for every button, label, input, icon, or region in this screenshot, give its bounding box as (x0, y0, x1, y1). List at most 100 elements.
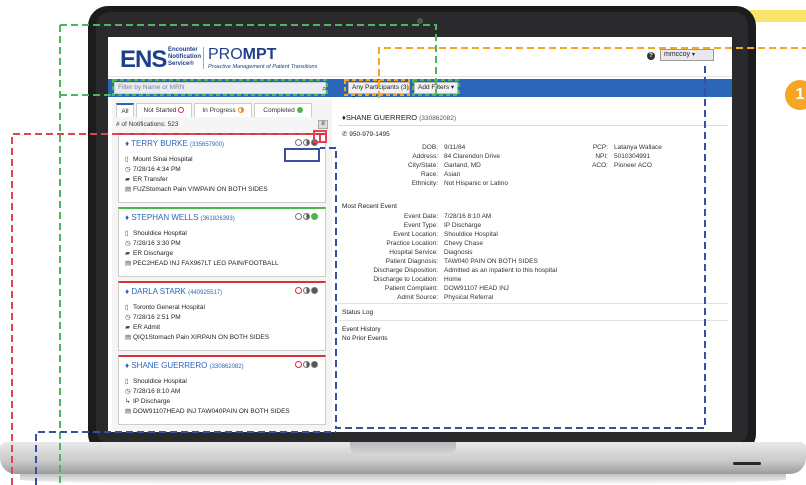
detail-phone-text: 950-979-1495 (349, 131, 390, 138)
laptop-notch (350, 442, 456, 456)
status-not-started-icon[interactable] (295, 361, 302, 368)
tab-all-label: All (121, 108, 129, 115)
status-completed-icon[interactable] (311, 213, 318, 220)
search-icon[interactable]: ⌕ (322, 84, 326, 94)
aco-value: Pioneer ACO (614, 162, 652, 169)
hospital-service-value: Diagnosis (444, 249, 473, 256)
patient-complaint-label: Patient Complaint: (384, 285, 438, 292)
tab-all[interactable]: All (116, 103, 134, 117)
divider (338, 303, 728, 304)
status-in-progress-icon[interactable] (303, 213, 310, 220)
clock-icon: ◷ (125, 314, 131, 321)
detail-name-text: SHANE GUERRERO (345, 113, 418, 122)
toolbar: Filter by Name or MRN ⌕ Any Participants… (108, 79, 732, 101)
document-icon: ▤ (125, 260, 132, 267)
card-status-toggle[interactable] (295, 213, 319, 221)
card-diagnosis: ▤ FUZStomach Pain VIWPAIN ON BOTH SIDES (125, 185, 268, 193)
detail-patient-name: ♦SHANE GUERRERO (330862082) (342, 113, 456, 122)
tab-not-started-label: Not Started (143, 107, 177, 114)
card-time-text: 7/28/16 4:34 PM (133, 166, 181, 173)
help-icon[interactable]: ? (647, 52, 655, 60)
event-date-label: Event Date: (404, 213, 438, 220)
status-not-started-icon[interactable] (295, 139, 302, 146)
user-menu[interactable]: mmccoy ▾ (660, 49, 714, 61)
card-event-text: ER Admit (133, 324, 161, 331)
building-icon: ▯ (125, 378, 129, 385)
tab-completed-label: Completed (263, 107, 295, 114)
card-facility-text: Shouldice Hospital (133, 378, 187, 385)
card-event: ▰ ER Transfer (125, 175, 168, 183)
prompt-logo-b: MPT (242, 46, 277, 63)
notification-card[interactable]: ♦ SHANE GUERRERO (330862082) ▯ Shouldice … (118, 355, 326, 425)
sort-button[interactable]: ≡ (318, 120, 328, 129)
tab-completed[interactable]: Completed (254, 103, 312, 117)
card-patient-mrn: (361826393) (200, 216, 235, 222)
pcp-value: Latanya Wallace (614, 144, 662, 151)
event-type-label: Event Type: (403, 222, 438, 229)
tab-in-progress[interactable]: In Progress (194, 103, 252, 117)
ambulance-icon: ▰ (125, 176, 130, 183)
city-state-label: City/State: (408, 162, 438, 169)
card-status-toggle[interactable] (295, 139, 319, 147)
document-icon: ▤ (125, 334, 132, 341)
card-patient[interactable]: ♦ TERRY BURKE (335657900) (125, 139, 224, 148)
card-time: ◷ 7/28/16 3:30 PM (125, 239, 181, 247)
search-input[interactable]: Filter by Name or MRN ⌕ (114, 82, 326, 94)
card-patient[interactable]: ♦ STEPHAN WELLS (361826393) (125, 213, 235, 222)
status-completed-icon[interactable] (311, 361, 318, 368)
status-log-title[interactable]: Status Log (342, 309, 373, 316)
camera-icon (417, 18, 423, 24)
ambulance-icon: ▰ (125, 324, 130, 331)
notification-card[interactable]: ♦ TERRY BURKE (335657900) ▯ Mount Sinai H… (118, 133, 326, 203)
in-progress-icon (237, 107, 244, 113)
status-completed-icon[interactable] (311, 139, 318, 146)
card-event-text: ER Discharge (133, 250, 174, 257)
status-tabs: All Not Started In Progress Completed (116, 103, 328, 117)
discharge-location-label: Discharge to Location: (373, 276, 438, 283)
card-time: ◷ 7/28/16 8:10 AM (125, 387, 180, 395)
building-icon: ▯ (125, 156, 129, 163)
status-not-started-icon[interactable] (295, 213, 302, 220)
dob-label: DOB: (422, 144, 438, 151)
notification-card[interactable]: ♦ STEPHAN WELLS (361826393) ▯ Shouldice H… (118, 207, 326, 277)
card-time-text: 7/28/16 8:10 AM (133, 388, 181, 395)
card-diagnosis-text: DOW91107HEAD INJ TAW040PAIN ON BOTH SIDE… (133, 408, 290, 415)
laptop-shadow (20, 474, 786, 485)
card-event-text: ER Transfer (133, 176, 168, 183)
notification-list-panel: All Not Started In Progress Completed # … (112, 99, 332, 432)
card-patient-mrn: (330862082) (209, 364, 244, 370)
ens-logo-subtitle: Encounter Notification Service® (168, 47, 201, 67)
search-placeholder: Filter by Name or MRN (118, 84, 185, 91)
notification-card[interactable]: ♦ DARLA STARK (440925517) ▯ Toronto Gener… (118, 281, 326, 351)
participants-filter-button[interactable]: Any Participants (3) ÷ (348, 82, 410, 101)
card-facility: ▯ Shouldice Hospital (125, 377, 187, 385)
status-in-progress-icon[interactable] (303, 361, 310, 368)
card-patient-name: DARLA STARK (131, 287, 186, 296)
detail-phone: ✆ 950-979-1495 (342, 130, 390, 138)
card-time-text: 7/28/16 3:30 PM (133, 240, 181, 247)
card-facility-text: Mount Sinai Hospital (133, 156, 193, 163)
status-in-progress-icon[interactable] (303, 287, 310, 294)
person-icon: ♦ (125, 287, 130, 296)
card-patient[interactable]: ♦ DARLA STARK (440925517) (125, 287, 222, 296)
card-patient-mrn: (440925517) (188, 290, 223, 296)
chevron-down-icon: ▾ (692, 52, 696, 58)
tab-not-started[interactable]: Not Started (136, 103, 192, 117)
add-filters-button[interactable]: Add Filters ▾ (414, 82, 458, 94)
card-facility: ▯ Shouldice Hospital (125, 229, 187, 237)
card-facility: ▯ Toronto General Hospital (125, 303, 205, 311)
card-facility-text: Shouldice Hospital (133, 230, 187, 237)
patient-complaint-value: DOW91107 HEAD INJ (444, 285, 509, 292)
status-not-started-icon[interactable] (295, 287, 302, 294)
card-facility: ▯ Mount Sinai Hospital (125, 155, 193, 163)
card-patient-name: TERRY BURKE (131, 139, 188, 148)
card-status-toggle[interactable] (295, 361, 319, 369)
completed-icon (296, 107, 303, 113)
discharge-icon: ↳ (125, 398, 131, 405)
laptop-indicator (733, 462, 761, 465)
status-completed-icon[interactable] (311, 287, 318, 294)
event-location-value: Shouldice Hospital (444, 231, 498, 238)
card-status-toggle[interactable] (295, 287, 319, 295)
card-patient[interactable]: ♦ SHANE GUERRERO (330862082) (125, 361, 244, 370)
status-in-progress-icon[interactable] (303, 139, 310, 146)
